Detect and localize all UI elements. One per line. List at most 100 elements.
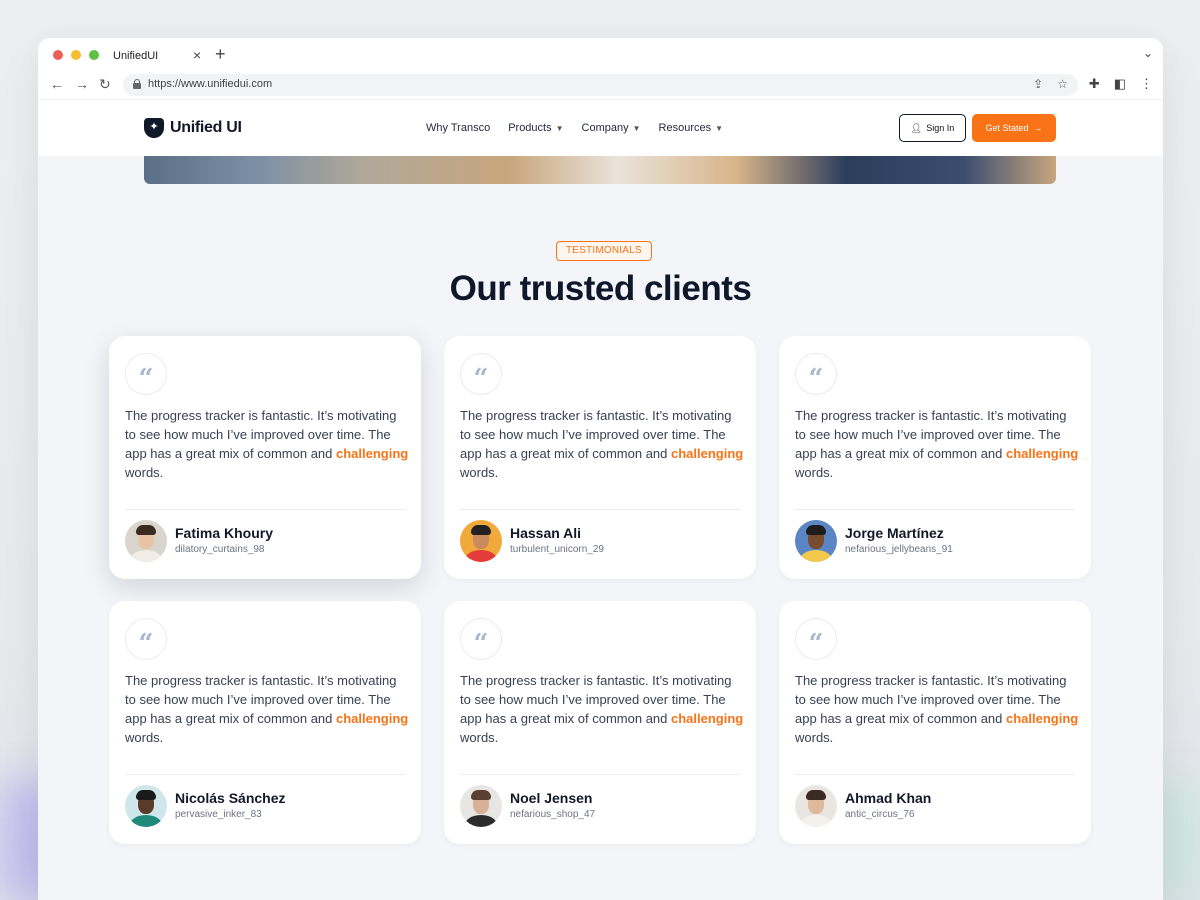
new-tab-icon[interactable]: + [215,44,226,65]
author-handle: nefarious_shop_47 [510,809,596,820]
highlight-word: challenging [671,446,744,461]
avatar [125,785,167,827]
quote-icon: “ [460,353,502,395]
chevron-down-icon: ▼ [632,123,641,133]
bookmark-star-icon[interactable]: ☆ [1057,77,1068,91]
minimize-window-button[interactable] [71,50,81,60]
testimonial-text: The progress tracker is fantastic. It’s … [125,673,409,745]
hero-image [144,156,1056,184]
tab-bar: UnifiedUI × + ⌄ [38,38,1163,72]
address-bar: ← → ↻ https://www.unifiedui.com ⇪ ☆ ✚ ◧ … [38,72,1163,100]
share-icon[interactable]: ⇪ [1033,77,1043,91]
browser-window: UnifiedUI × + ⌄ ← → ↻ https://www.unifie… [38,38,1163,900]
back-icon[interactable]: ← [50,76,64,92]
reload-icon[interactable]: ↻ [99,76,111,93]
avatar [125,520,167,562]
url-text[interactable]: https://www.unifiedui.com [148,78,272,90]
maximize-window-button[interactable] [89,50,99,60]
browser-actions: ✚ ◧ ⋮ [1089,76,1153,92]
avatar [795,520,837,562]
author-name: Fatima Khoury [175,525,274,541]
chevron-down-icon: ▼ [555,123,564,133]
sign-in-label: Sign In [926,123,955,133]
highlight-word: challenging [1006,446,1079,461]
author-handle: turbulent_unicorn_29 [510,544,604,555]
testimonial-card: “ The progress tracker is fantastic. It’s… [444,601,756,844]
author-name: Hassan Ali [510,525,582,541]
quote-icon: “ [460,618,502,660]
menu-item-why-transco[interactable]: Why Transco [426,122,490,134]
tab-close-icon[interactable]: × [193,47,201,63]
quote-icon: “ [125,618,167,660]
url-actions: ⇪ ☆ [1033,77,1068,91]
close-window-button[interactable] [53,50,63,60]
logo[interactable]: ✦ Unified UI [144,118,242,138]
arrow-right-icon: → [1033,123,1043,133]
url-field[interactable]: https://www.unifiedui.com ⇪ ☆ [123,74,1078,96]
avatar-shirt [800,550,832,562]
divider [125,509,405,510]
author-name: Jorge Martínez [845,525,944,541]
testimonial-text: The progress tracker is fantastic. It’s … [460,408,744,480]
author-name: Nicolás Sánchez [175,790,286,806]
tab-title[interactable]: UnifiedUI [113,50,158,62]
avatar-hair [136,790,156,800]
avatar-shirt [130,550,162,562]
author-handle: pervasive_inker_83 [175,809,262,820]
highlight-word: challenging [336,446,409,461]
get-started-button[interactable]: Get Stated → [972,114,1056,142]
forward-icon[interactable]: → [75,76,89,92]
menu-item-label: Resources [658,122,712,134]
avatar-hair [806,790,826,800]
quote-icon: “ [795,618,837,660]
window-controls [53,50,99,60]
avatar [460,785,502,827]
menu-item-label: Why Transco [426,122,491,134]
extensions-puzzle-icon[interactable]: ✚ [1089,76,1100,92]
divider [795,774,1075,775]
lock-icon [133,79,141,89]
avatar-hair [471,790,491,800]
avatar-shirt [800,815,832,827]
sign-in-button[interactable]: 👤︎ Sign In [899,114,966,142]
chevron-down-icon: ▼ [715,123,724,133]
avatar-hair [471,525,491,535]
author-handle: antic_circus_76 [845,809,915,820]
divider [125,774,405,775]
avatar [460,520,502,562]
tab-list-chevron-icon[interactable]: ⌄ [1143,46,1153,60]
section-title: Our trusted clients [449,269,752,308]
testimonial-text: The progress tracker is fantastic. It’s … [795,408,1079,480]
author-name: Noel Jensen [510,790,593,806]
menu-item-products[interactable]: Products ▼ [508,122,563,134]
highlight-word: challenging [671,711,744,726]
testimonial-card: “ The progress tracker is fantastic. It’s… [779,336,1091,579]
author-name: Ahmad Khan [845,790,932,806]
author-handle: dilatory_curtains_98 [175,544,265,555]
avatar [795,785,837,827]
divider [460,774,740,775]
quote-icon: “ [795,353,837,395]
user-icon: 👤︎ [910,122,923,133]
logo-shield-icon: ✦ [144,118,164,138]
testimonial-text: The progress tracker is fantastic. It’s … [460,673,744,745]
get-started-label: Get Stated [985,123,1029,133]
menu-item-company[interactable]: Company ▼ [582,122,641,134]
menu-item-label: Products [508,122,552,134]
side-panel-icon[interactable]: ◧ [1114,76,1126,92]
testimonial-card: “ The progress tracker is fantastic. It’s… [779,601,1091,844]
logo-text: Unified UI [170,119,242,136]
menu-item-resources[interactable]: Resources ▼ [659,122,724,134]
highlight-word: challenging [336,711,409,726]
divider [460,509,740,510]
avatar-shirt [465,550,497,562]
testimonial-card: “ The progress tracker is fantastic. It’s… [109,601,421,844]
more-menu-icon[interactable]: ⋮ [1140,76,1153,92]
quote-icon: “ [125,353,167,395]
main-menu: Why Transco Products ▼ Company ▼ Resourc… [426,122,723,134]
divider [795,509,1075,510]
menu-item-label: Company [581,122,629,134]
highlight-word: challenging [1006,711,1079,726]
author-handle: nefarious_jellybeans_91 [845,544,953,555]
testimonial-text: The progress tracker is fantastic. It’s … [795,673,1079,745]
